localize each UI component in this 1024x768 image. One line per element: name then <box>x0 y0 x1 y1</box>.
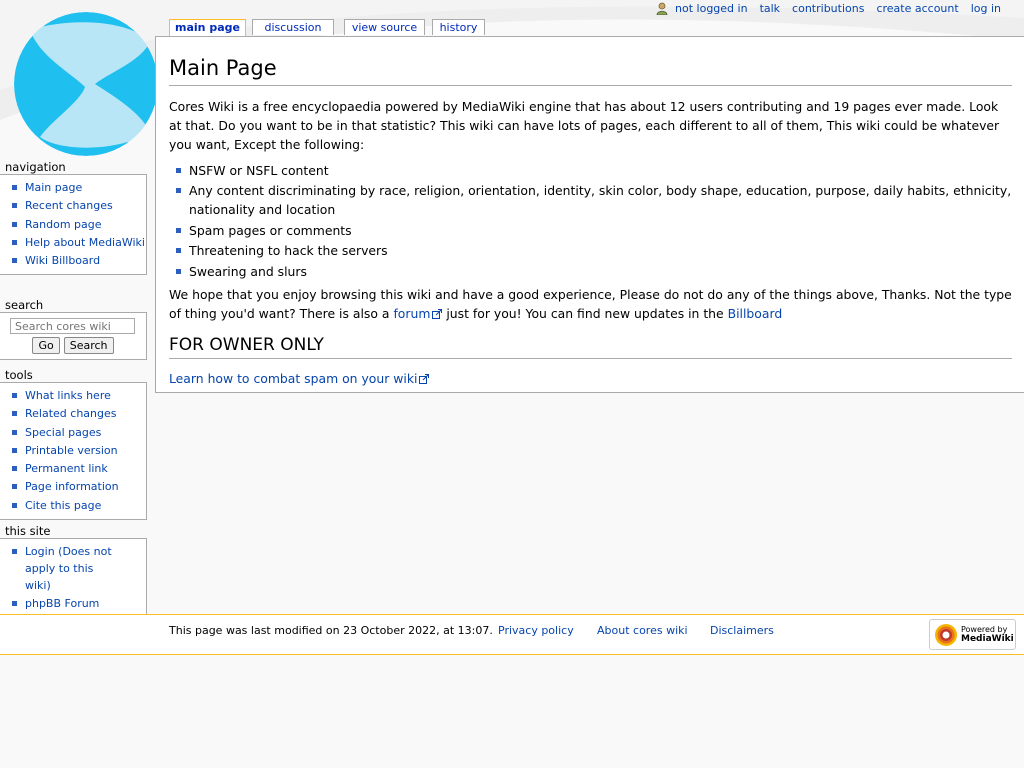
sidebar-item-special-pages[interactable]: Special pages <box>0 424 146 441</box>
external-link-icon <box>419 374 430 385</box>
spam-paragraph: Learn how to combat spam on your wiki <box>169 369 1014 388</box>
combat-spam-label: Learn how to combat spam on your wiki <box>169 371 418 387</box>
forum-link-label: forum <box>393 306 431 322</box>
log-in-link[interactable]: log in <box>971 2 1001 15</box>
sidebar-item-recent-changes[interactable]: Recent changes <box>0 197 146 214</box>
privacy-policy-link[interactable]: Privacy policy <box>498 624 574 637</box>
rules-list: NSFW or NSFL content Any content discrim… <box>169 161 1014 281</box>
not-logged-in-label: not logged in <box>675 2 748 15</box>
body-content: Cores Wiki is a free encyclopaedia power… <box>169 97 1014 395</box>
list-item: Spam pages or comments <box>169 221 1014 240</box>
personal-not-logged-in[interactable]: not logged in <box>656 2 748 15</box>
footer: This page was last modified on 23 Octobe… <box>0 614 1024 655</box>
sidebar-item-page-information[interactable]: Page information <box>0 478 146 495</box>
list-item: Any content discriminating by race, reli… <box>169 181 1014 219</box>
sidebar-item-what-links-here[interactable]: What links here <box>0 387 146 404</box>
last-modified-text: This page was last modified on 23 Octobe… <box>169 624 493 637</box>
sidebar-item-printable-version[interactable]: Printable version <box>0 442 146 459</box>
content-area: Main Page Cores Wiki is a free encyclopa… <box>155 36 1024 393</box>
personal-contributions-link[interactable]: contributions <box>792 2 864 15</box>
billboard-link[interactable]: Billboard <box>728 306 783 321</box>
sidebar-item-help[interactable]: Help about MediaWiki <box>0 234 146 251</box>
tools-portlet: tools What links here Related changes Sp… <box>0 368 147 521</box>
list-item: Threatening to hack the servers <box>169 241 1014 260</box>
personal-tools: not logged in talk contributions create … <box>644 2 1001 15</box>
navigation-body: Main page Recent changes Random page Hel… <box>0 174 147 276</box>
tab-view-source[interactable]: view source <box>344 19 425 35</box>
list-item: NSFW or NSFL content <box>169 161 1014 180</box>
page-title: Main Page <box>169 53 1012 86</box>
sidebar-item-permanent-link[interactable]: Permanent link <box>0 460 146 477</box>
search-button[interactable]: Search <box>63 337 114 354</box>
sidebar-item-main-page[interactable]: Main page <box>0 179 146 196</box>
navigation-title: navigation <box>5 160 66 174</box>
sidebar-item-random-page[interactable]: Random page <box>0 216 146 233</box>
external-link-icon <box>432 309 443 320</box>
navigation-portlet: navigation Main page Recent changes Rand… <box>0 160 147 276</box>
powered-by-line2: MediaWiki <box>961 634 1014 644</box>
tab-discussion[interactable]: discussion <box>252 19 334 35</box>
tab-history[interactable]: history <box>432 19 485 35</box>
intro-paragraph: Cores Wiki is a free encyclopaedia power… <box>169 99 1000 153</box>
about-link[interactable]: About cores wiki <box>597 624 688 637</box>
personal-talk-link[interactable]: talk <box>760 2 780 15</box>
owner-section-heading: FOR OWNER ONLY <box>169 335 1012 360</box>
sidebar-item-login[interactable]: Login (Does not apply to this wiki) <box>0 543 146 594</box>
disclaimers-link[interactable]: Disclaimers <box>710 624 774 637</box>
mediawiki-sunflower-icon <box>935 623 957 646</box>
sidebar-item-phpbb-forum[interactable]: phpBB Forum <box>0 595 146 612</box>
forum-link[interactable]: forum <box>393 306 443 322</box>
this-site-portlet: this site Login (Does not apply to this … <box>0 524 147 619</box>
sidebar-item-wiki-billboard[interactable]: Wiki Billboard <box>0 252 146 269</box>
outro-text-middle: just for you! You can find new updates i… <box>442 306 728 322</box>
user-icon <box>656 2 668 15</box>
sidebar-item-related-changes[interactable]: Related changes <box>0 405 146 422</box>
tab-main-page[interactable]: main page <box>169 19 246 37</box>
this-site-title: this site <box>5 524 51 538</box>
go-button[interactable]: Go <box>32 337 60 354</box>
outro-paragraph: We hope that you enjoy browsing this wik… <box>169 285 1014 323</box>
powered-by-line1: Powered by <box>961 625 1008 634</box>
powered-by-text: Powered by MediaWiki <box>961 625 1014 644</box>
this-site-body: Login (Does not apply to this wiki) phpB… <box>0 538 147 619</box>
search-buttons: Go Search <box>0 337 146 354</box>
tools-title: tools <box>5 368 33 382</box>
search-body: Go Search <box>0 312 147 360</box>
sidebar-item-cite-this-page[interactable]: Cite this page <box>0 497 146 514</box>
search-portlet: search Go Search <box>0 298 147 360</box>
search-input[interactable] <box>10 318 135 334</box>
combat-spam-link[interactable]: Learn how to combat spam on your wiki <box>169 371 430 387</box>
create-account-link[interactable]: create account <box>876 2 958 15</box>
list-item: Swearing and slurs <box>169 262 1014 281</box>
wiki-logo[interactable] <box>0 12 158 156</box>
tools-body: What links here Related changes Special … <box>0 382 147 521</box>
powered-by-mediawiki-badge[interactable]: Powered by MediaWiki <box>929 619 1016 650</box>
search-title: search <box>5 298 44 312</box>
